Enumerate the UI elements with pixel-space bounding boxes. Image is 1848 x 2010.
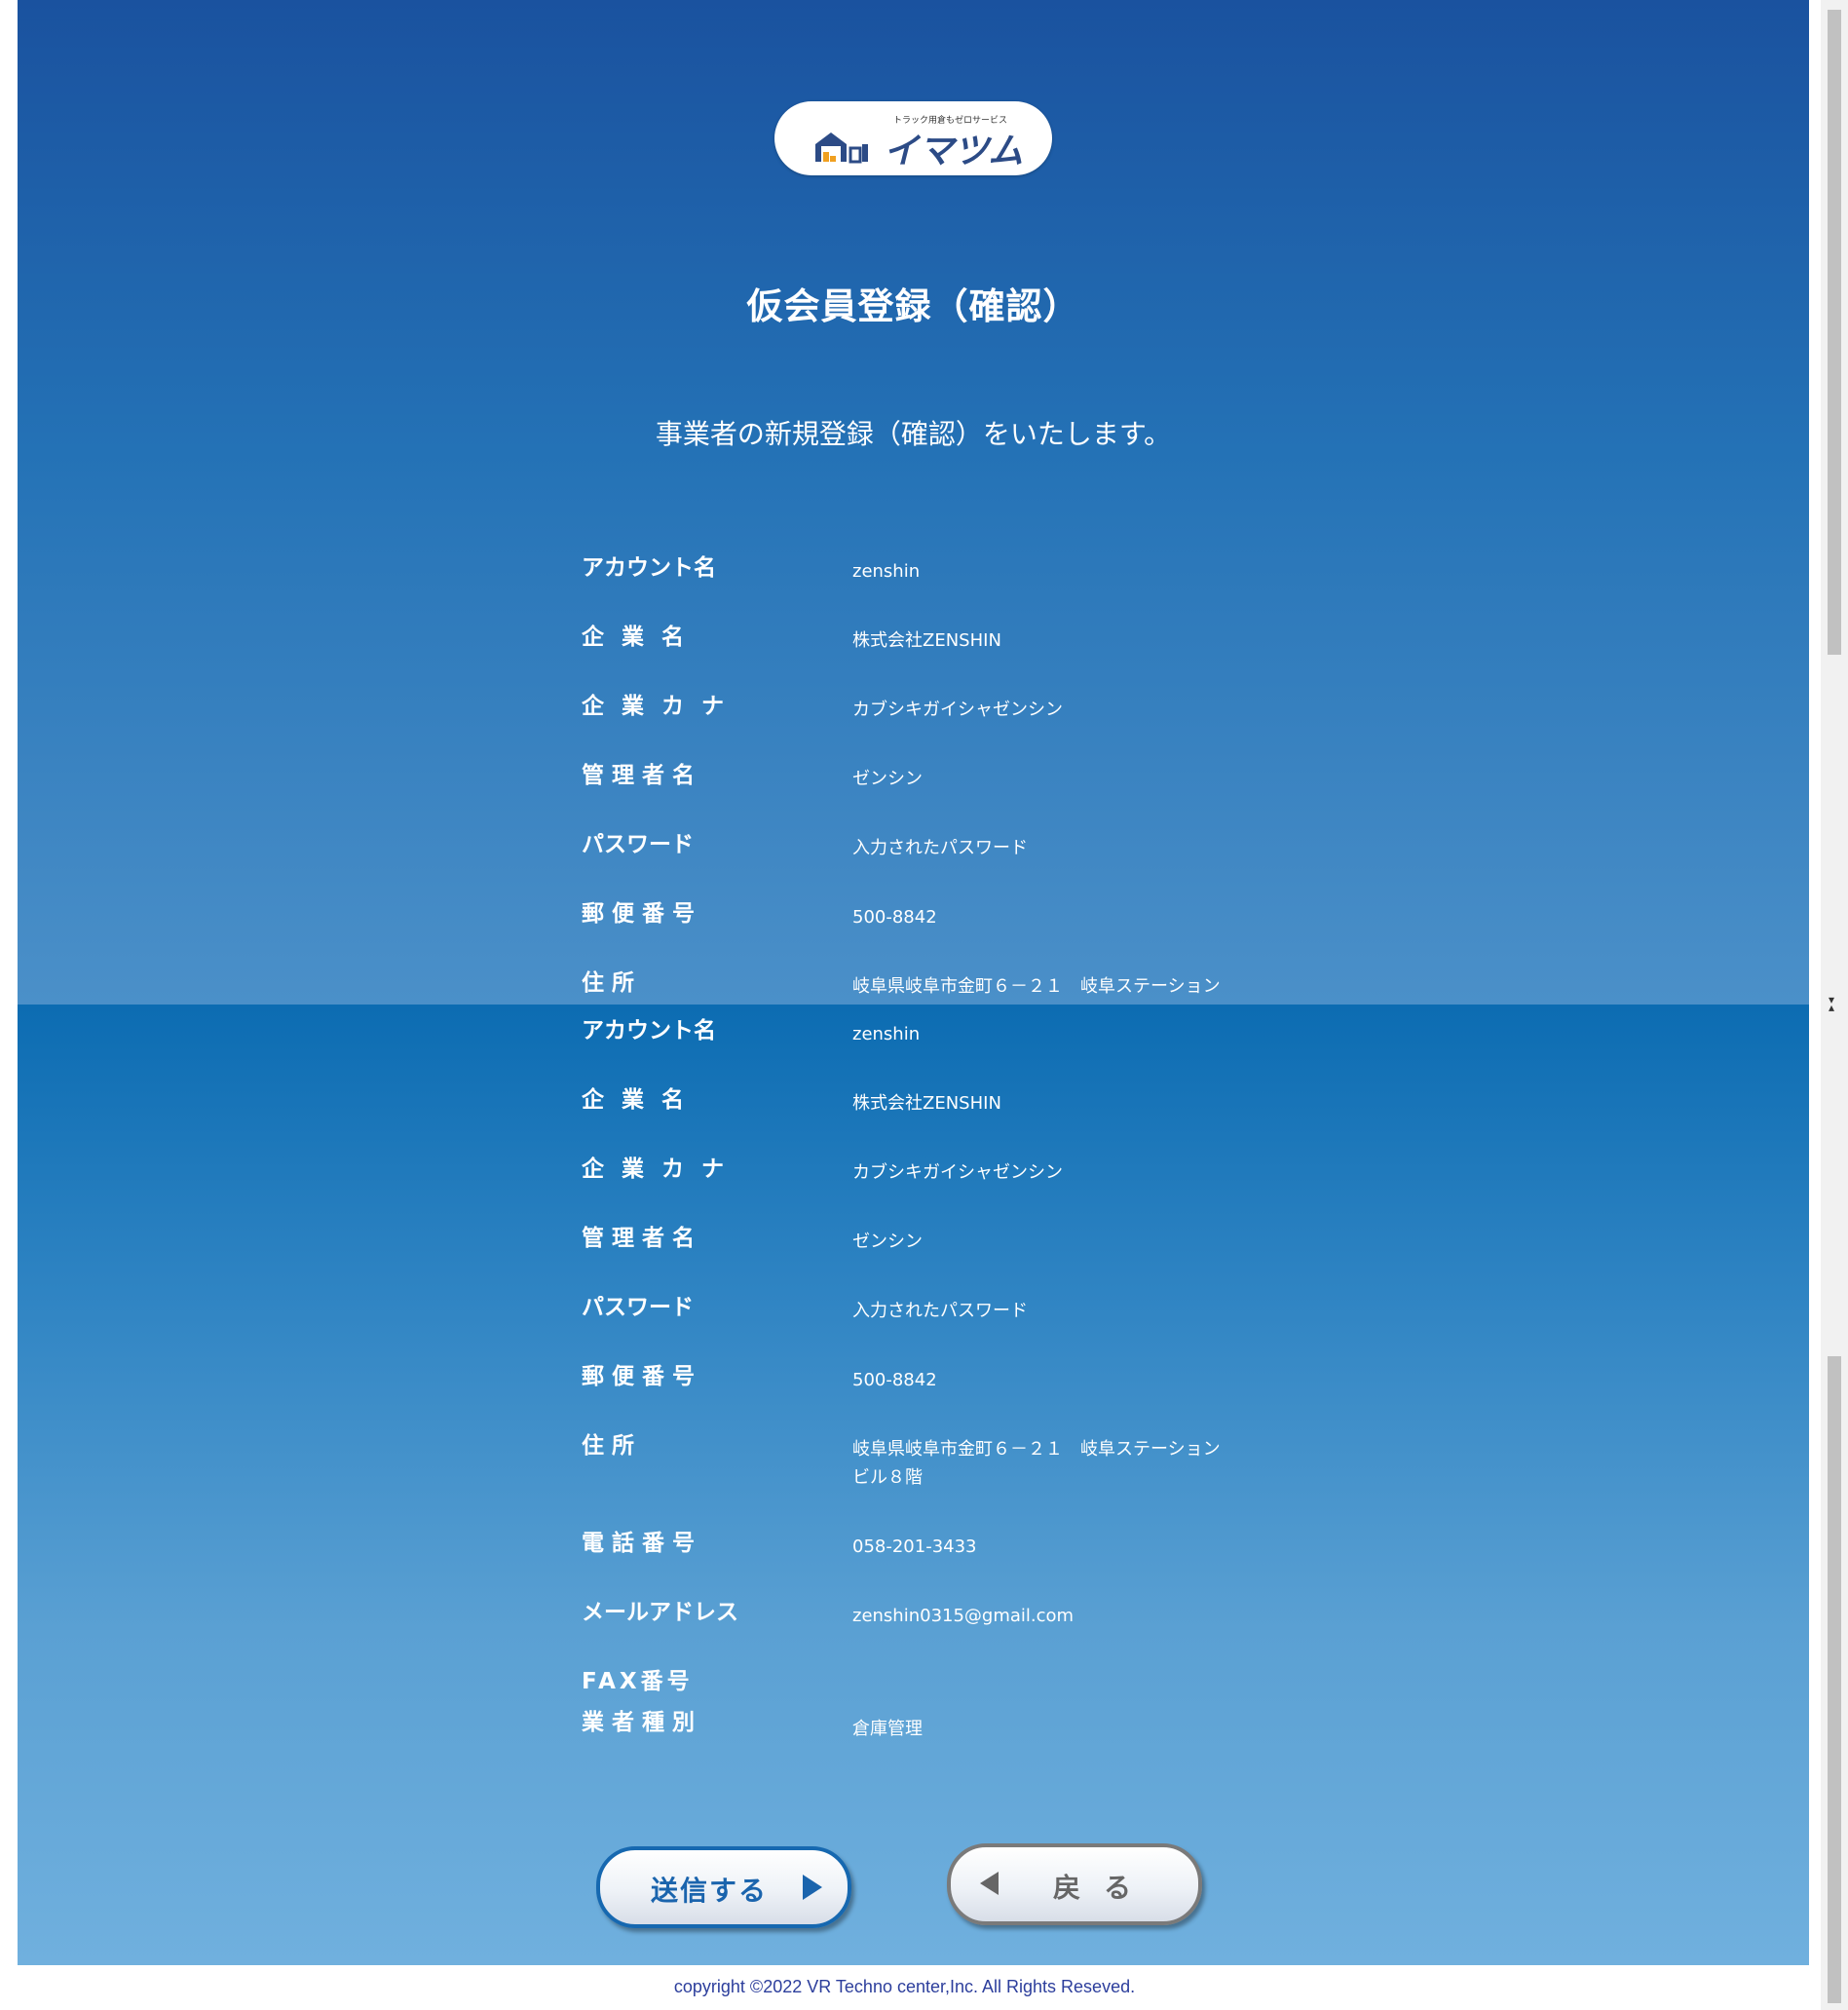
page: トラック用倉もゼロサービス イマツム 仮会員登録（確認） 事業者の新規登録（確認… (0, 0, 1848, 2010)
field-label: 企業名 (582, 1087, 701, 1113)
field-label: パスワード (582, 1295, 694, 1320)
top-row-account: アカウント名 zenshin (582, 549, 1263, 588)
top-row-password: パスワード 入力されたパスワード (582, 825, 1263, 864)
row-email: メールアドレス zenshin0315@gmail.com (582, 1593, 1263, 1632)
send-button[interactable]: 送信する (596, 1846, 851, 1928)
field-value: 株式会社ZENSHIN (852, 1093, 1001, 1114)
logo-wordmark: イマツム (884, 132, 1024, 171)
field-label: 電話番号 (582, 1531, 702, 1556)
field-value: 入力されたパスワード (852, 838, 1028, 858)
field-value: 倉庫管理 (852, 1719, 923, 1739)
field-value: ゼンシン (852, 769, 923, 789)
row-address: 住所 岐阜県岐阜市金町６－２１ 岐阜ステーション ビル８階 (582, 1426, 1263, 1504)
page-title: 仮会員登録（確認） (746, 285, 1080, 327)
row-company-kana: 企業カナ カブシキガイシャゼンシン (582, 1150, 1263, 1189)
field-value: ゼンシン (852, 1232, 923, 1252)
row-manager: 管理者名 ゼンシン (582, 1219, 1263, 1258)
page-lead: 事業者の新規登録（確認）をいたします。 (655, 418, 1172, 450)
scrollbar[interactable]: ▾ ▴ (1821, 0, 1848, 2010)
field-label: 企業カナ (582, 694, 741, 719)
top-row-postal-code: 郵便番号 500-8842 (582, 894, 1263, 933)
field-value: zenshin0315@gmail.com (852, 1606, 1075, 1626)
row-postal-code: 郵便番号 500-8842 (582, 1357, 1263, 1396)
field-label: 管理者名 (582, 1226, 702, 1251)
field-label: 企業名 (582, 625, 701, 650)
top-row-company-kana: 企業カナ カブシキガイシャゼンシン (582, 687, 1263, 726)
field-value: 株式会社ZENSHIN (852, 630, 1001, 651)
confirmation-panel-top: トラック用倉もゼロサービス イマツム 仮会員登録（確認） 事業者の新規登録（確認… (18, 0, 1809, 1005)
row-business-type: 業者種別 倉庫管理 (582, 1703, 1263, 1742)
scrollbar-thumb-top[interactable] (1828, 10, 1841, 655)
field-label: 住所 (582, 970, 642, 996)
back-button-label: 戻る (1053, 1872, 1155, 1904)
field-value: zenshin (852, 561, 921, 582)
field-label: 住所 (582, 1433, 642, 1459)
field-label: アカウント名 (582, 555, 716, 581)
top-row-manager: 管理者名 ゼンシン (582, 756, 1263, 795)
scroll-split-arrows-icon[interactable]: ▾ ▴ (1829, 994, 1834, 1013)
field-value: 入力されたパスワード (852, 1301, 1028, 1321)
copyright-footer: copyright ©2022 VR Techno center,Inc. Al… (673, 1977, 1136, 1996)
field-label: メールアドレス (582, 1600, 738, 1625)
field-value: 500-8842 (852, 907, 937, 928)
scrollbar-thumb-bottom[interactable] (1828, 1356, 1841, 2003)
send-button-label: 送信する (651, 1875, 769, 1907)
field-label: 企業カナ (582, 1157, 741, 1182)
row-phone: 電話番号 058-201-3433 (582, 1524, 1263, 1563)
row-company: 企業名 株式会社ZENSHIN (582, 1081, 1263, 1119)
field-label: 郵便番号 (582, 1364, 702, 1389)
field-label: アカウント名 (582, 1018, 716, 1043)
field-label: FAX番号 (582, 1669, 694, 1694)
back-arrow-icon (980, 1872, 999, 1895)
field-label: パスワード (582, 832, 694, 857)
imatsumu-logo[interactable]: トラック用倉もゼロサービス イマツム (774, 101, 1052, 175)
confirmation-panel: アカウント名 zenshin 企業名 株式会社ZENSHIN 企業カナ カブシキ… (18, 1005, 1809, 1965)
field-value: カブシキガイシャゼンシン (852, 700, 1063, 720)
row-account: アカウント名 zenshin (582, 1011, 1263, 1050)
field-value: カブシキガイシャゼンシン (852, 1162, 1063, 1183)
field-value: 500-8842 (852, 1370, 937, 1390)
field-value: zenshin (852, 1024, 921, 1044)
row-fax: FAX番号 (582, 1662, 1263, 1701)
top-row-address: 住所 岐阜県岐阜市金町６－２１ 岐阜ステーション (582, 964, 1263, 1003)
field-label: 管理者名 (582, 763, 702, 788)
row-password: パスワード 入力されたパスワード (582, 1288, 1263, 1327)
house-truck-icon (815, 133, 868, 164)
field-value: 岐阜県岐阜市金町６－２１ 岐阜ステーション (852, 976, 1221, 997)
field-label: 郵便番号 (582, 901, 702, 927)
field-label: 業者種別 (582, 1710, 702, 1735)
field-value: 岐阜県岐阜市金町６－２１ 岐阜ステーション ビル８階 (852, 1439, 1221, 1488)
back-button[interactable]: 戻る (947, 1843, 1202, 1925)
top-row-company: 企業名 株式会社ZENSHIN (582, 618, 1263, 657)
play-arrow-icon (803, 1875, 822, 1900)
field-value: 058-201-3433 (852, 1536, 977, 1557)
